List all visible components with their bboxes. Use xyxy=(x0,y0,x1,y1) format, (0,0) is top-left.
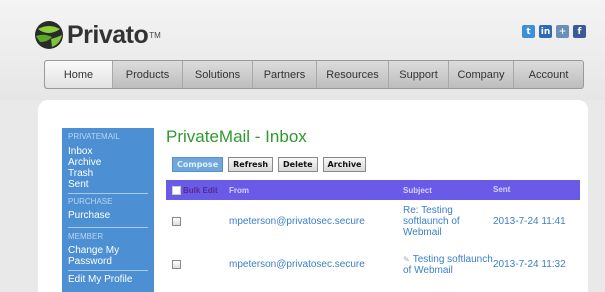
bulk-edit-header: Bulk Edit xyxy=(166,185,229,195)
nav-solutions[interactable]: Solutions xyxy=(183,61,253,88)
refresh-button[interactable]: Refresh xyxy=(228,157,274,172)
nav-support[interactable]: Support xyxy=(389,61,449,88)
privato-logo[interactable]: Privato TM xyxy=(34,20,161,50)
sidebar-heading-purchase: PURCHASE xyxy=(68,197,113,206)
facebook-icon[interactable]: f xyxy=(573,25,586,38)
trademark: TM xyxy=(149,30,161,40)
bulk-edit-label: Bulk Edit xyxy=(183,185,218,195)
row-subject: Testing softlaunch of Webmail xyxy=(403,253,493,276)
compose-button[interactable]: Compose xyxy=(172,157,224,172)
column-sent[interactable]: Sent xyxy=(493,184,580,196)
sidebar-item-sent[interactable]: Sent xyxy=(62,179,154,190)
sidebar-item-edit-profile[interactable]: Edit My Profile xyxy=(62,274,154,285)
row-sent: 2013-7-24 11:32 xyxy=(493,258,566,270)
row-checkbox[interactable] xyxy=(172,217,181,226)
pencil-icon: ✎ xyxy=(403,254,410,264)
row-select xyxy=(166,260,229,269)
nav-partners[interactable]: Partners xyxy=(253,61,317,88)
page-title: PrivateMail - Inbox xyxy=(166,127,307,146)
toolbar: Compose Refresh Delete Archive xyxy=(172,157,367,172)
nav-products[interactable]: Products xyxy=(113,61,183,88)
sidebar-divider xyxy=(68,193,148,194)
table-header: Bulk Edit From Subject Sent xyxy=(166,180,580,200)
row-select xyxy=(166,217,229,226)
sidebar-divider xyxy=(68,227,148,228)
row-from[interactable]: mpeterson@privatosec.secure xyxy=(229,216,403,227)
sidebar-heading-member: MEMBER xyxy=(68,232,104,241)
globe-icon xyxy=(35,21,63,49)
sidebar: PRIVATEMAIL Inbox Archive Trash Sent PUR… xyxy=(62,128,154,292)
row-sent: 2013-7-24 11:41 xyxy=(493,215,566,227)
column-subject[interactable]: Subject xyxy=(403,185,493,196)
row-from[interactable]: mpeterson@privatosec.secure xyxy=(229,259,403,270)
nav-account[interactable]: Account xyxy=(514,61,583,88)
sidebar-item-purchase[interactable]: Purchase xyxy=(62,210,154,221)
archive-button[interactable]: Archive xyxy=(322,157,367,172)
sidebar-item-inbox[interactable]: Inbox xyxy=(62,146,154,157)
nav-resources[interactable]: Resources xyxy=(317,61,389,88)
bulk-edit-checkbox[interactable] xyxy=(172,185,181,195)
brand-name: Privato xyxy=(67,20,149,49)
table-row[interactable]: mpeterson@privatosec.secure Re: Testing … xyxy=(166,200,580,243)
nav-company[interactable]: Company xyxy=(449,61,514,88)
row-subject-cell[interactable]: ✎ Testing softlaunch of Webmail xyxy=(403,254,493,276)
add-icon[interactable]: + xyxy=(556,25,569,38)
sidebar-heading-privatemail: PRIVATEMAIL xyxy=(68,132,120,141)
linkedin-icon[interactable]: in xyxy=(539,25,552,38)
sidebar-divider xyxy=(68,270,148,271)
sidebar-item-change-password[interactable]: Change My Password xyxy=(62,245,132,267)
main-nav: Home Products Solutions Partners Resourc… xyxy=(44,60,584,89)
sidebar-item-archive[interactable]: Archive xyxy=(62,157,154,168)
row-checkbox[interactable] xyxy=(172,260,181,269)
nav-home[interactable]: Home xyxy=(45,61,113,88)
table-row[interactable]: mpeterson@privatosec.secure ✎ Testing sof… xyxy=(166,243,580,286)
social-links: t in + f xyxy=(522,25,586,38)
sidebar-item-trash[interactable]: Trash xyxy=(62,168,154,179)
delete-button[interactable]: Delete xyxy=(278,157,318,172)
inbox-table: Bulk Edit From Subject Sent mpeterson@pr… xyxy=(166,180,580,286)
twitter-icon[interactable]: t xyxy=(522,25,535,38)
column-from[interactable]: From xyxy=(229,186,403,195)
row-subject[interactable]: Re: Testing softlaunch of Webmail xyxy=(403,205,493,238)
site-header: Privato TM t in + f Home Products Soluti… xyxy=(0,0,605,100)
